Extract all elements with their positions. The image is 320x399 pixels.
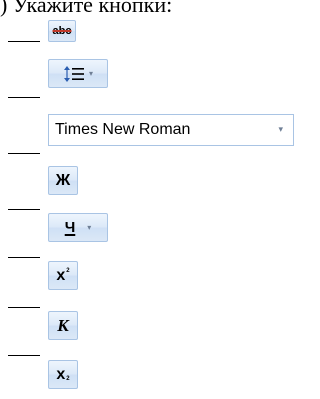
line-spacing-button[interactable]: ▾: [48, 59, 108, 88]
subscript-index: 2: [66, 376, 70, 382]
answer-blank-7: [8, 355, 40, 356]
font-name-combobox[interactable]: Times New Roman ▾: [48, 114, 294, 146]
chevron-down-icon[interactable]: ▾: [278, 125, 283, 135]
subscript-base: x: [56, 366, 66, 383]
underline-icon: Ч: [64, 219, 76, 236]
answer-blank-1: [8, 41, 40, 42]
superscript-exponent: 2: [66, 268, 70, 274]
subscript-icon: x 2: [56, 366, 70, 383]
answer-blank-3: [8, 153, 40, 154]
chevron-down-icon[interactable]: ▾: [89, 69, 93, 78]
answer-blank-6: [8, 307, 40, 308]
chevron-down-icon[interactable]: ▾: [87, 223, 91, 232]
bold-button[interactable]: Ж: [48, 166, 78, 195]
superscript-button[interactable]: x 2: [48, 261, 78, 290]
bold-icon: Ж: [55, 172, 71, 189]
font-name-value[interactable]: Times New Roman: [55, 121, 278, 139]
underline-button[interactable]: Ч ▾: [48, 213, 108, 242]
answer-blank-5: [8, 257, 40, 258]
answer-blank-2: [8, 97, 40, 98]
superscript-icon: x 2: [56, 267, 70, 284]
question-heading: ) Укажите кнопки:: [0, 0, 173, 17]
strikethrough-button[interactable]: abc: [48, 20, 76, 42]
superscript-base: x: [56, 267, 66, 284]
line-spacing-icon: [63, 64, 85, 84]
italic-icon: К: [57, 316, 69, 335]
subscript-button[interactable]: x 2: [48, 360, 78, 389]
strikethrough-icon: abc: [52, 25, 72, 37]
italic-button[interactable]: К: [48, 311, 78, 340]
answer-blank-4: [8, 209, 40, 210]
